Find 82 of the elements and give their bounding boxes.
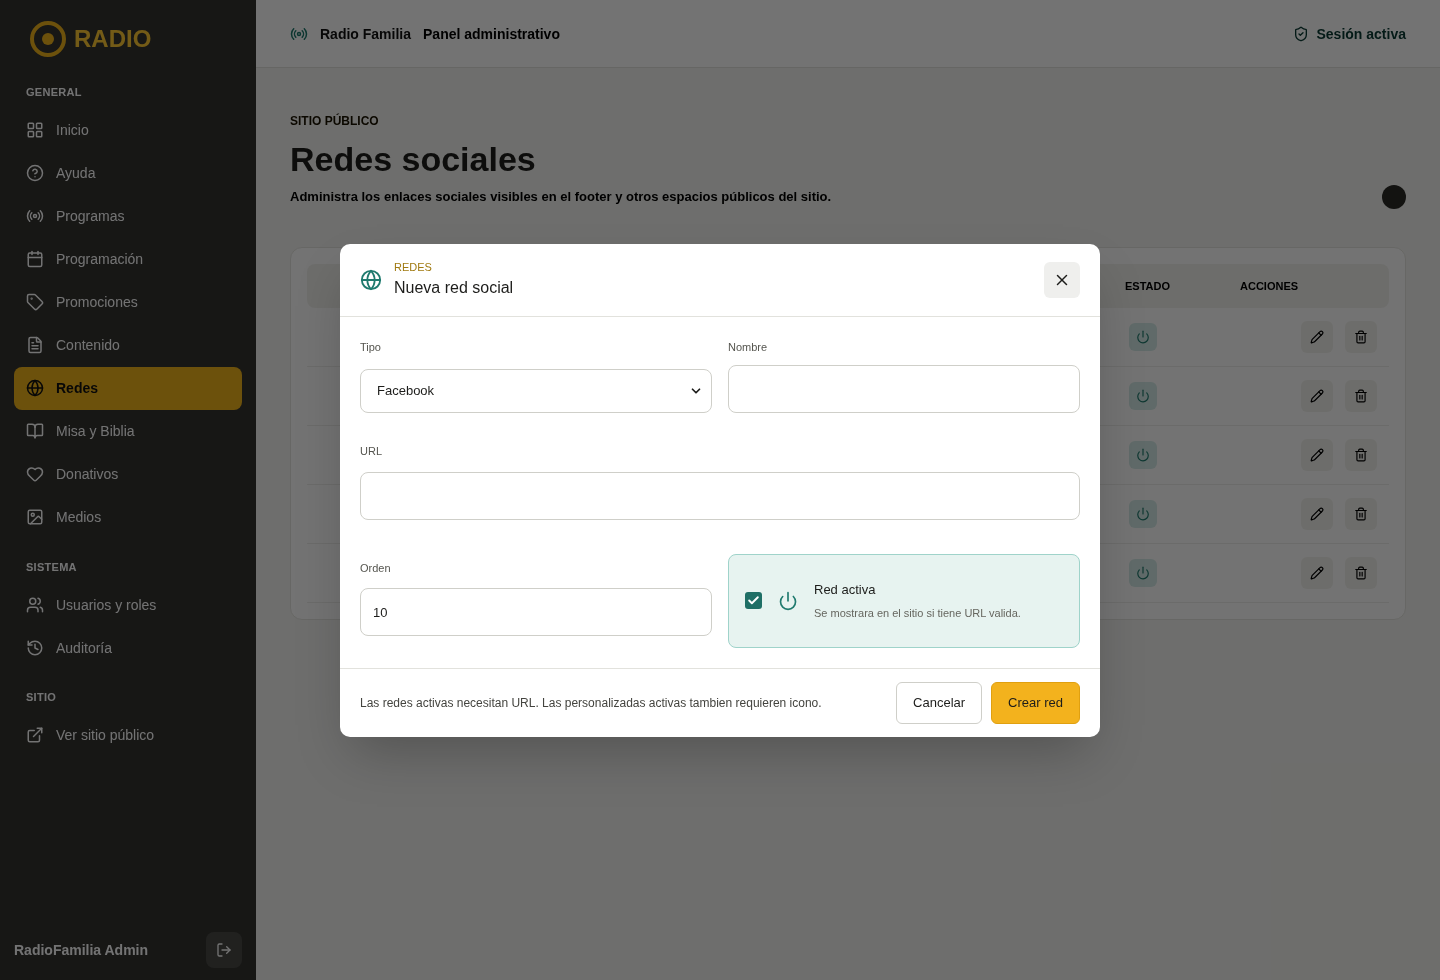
- checkbox[interactable]: [745, 592, 762, 609]
- sidebar-item[interactable]: Donativos: [14, 452, 242, 496]
- nav-icon: [26, 638, 44, 657]
- user-name: RadioFamilia Admin: [14, 941, 149, 960]
- nav-icon: [26, 508, 44, 526]
- field-label: Nombre: [728, 339, 769, 355]
- trash-icon: [1354, 389, 1368, 403]
- sidebar-item[interactable]: Ayuda: [14, 151, 242, 195]
- close-button[interactable]: [1044, 261, 1080, 298]
- pencil-icon: [1310, 389, 1324, 403]
- nav-icon: [26, 250, 44, 268]
- order-field[interactable]: 10: [360, 588, 712, 636]
- pencil-icon: [1310, 330, 1324, 344]
- nav-icon: [26, 293, 44, 311]
- sidebar-item[interactable]: Programas: [14, 194, 242, 238]
- name-field[interactable]: [728, 365, 1080, 413]
- cancel-button[interactable]: Cancelar: [896, 681, 983, 724]
- toggle-title: Red activa: [814, 580, 877, 599]
- trash-icon: [1354, 507, 1368, 521]
- edit-button[interactable]: [1301, 439, 1333, 471]
- sidebar-item[interactable]: Usuarios y roles: [14, 583, 242, 626]
- globe-icon: [360, 268, 382, 291]
- delete-button[interactable]: [1345, 498, 1377, 530]
- url-field[interactable]: [360, 471, 1080, 520]
- logout-button[interactable]: [206, 932, 242, 968]
- sidebar-item[interactable]: Medios: [14, 495, 242, 539]
- trash-icon: [1354, 448, 1368, 462]
- nav-icon: [26, 595, 44, 614]
- section-title: GENERAL: [25, 85, 83, 100]
- trash-icon: [1354, 566, 1368, 580]
- sidebar-item[interactable]: Promociones: [14, 280, 242, 324]
- logo-text: RADIO: [74, 24, 152, 54]
- page-title: Redes sociales: [290, 139, 537, 180]
- field-label: Tipo: [360, 339, 382, 355]
- dialog-eyebrow: REDES: [394, 260, 433, 276]
- page-description: Administra los enlaces sociales visibles en el footer y otros espacios públicos del sitio.: [290, 188, 832, 207]
- edit-button[interactable]: [1301, 557, 1333, 589]
- field-label: Orden: [360, 560, 392, 576]
- section-title: SITIO: [25, 690, 58, 705]
- pencil-icon: [1310, 507, 1324, 521]
- nav-icon: [26, 164, 44, 182]
- field-label: URL: [360, 444, 383, 459]
- edit-button[interactable]: [1301, 321, 1333, 353]
- nav-icon: [26, 207, 44, 225]
- nav-icon: [26, 726, 44, 744]
- sidebar-item[interactable]: Programación: [14, 237, 242, 281]
- logout-icon: [216, 942, 232, 958]
- sidebar-item[interactable]: Auditoría: [14, 626, 242, 669]
- toggle-description: Se mostrara en el sitio si tiene URL valida.: [814, 606, 1021, 621]
- sidebar-item[interactable]: Inicio: [14, 108, 242, 152]
- session-status: Sesión activa: [1316, 24, 1406, 44]
- nav-icon: [26, 379, 44, 397]
- dialog-title: Nueva red social: [394, 277, 514, 298]
- page-eyebrow: SITIO PÚBLICO: [290, 112, 380, 130]
- delete-button[interactable]: [1345, 557, 1377, 589]
- nav-icon: [26, 422, 44, 440]
- sidebar-item[interactable]: Ver sitio público: [14, 713, 242, 757]
- sidebar-item[interactable]: Contenido: [14, 323, 242, 367]
- delete-button[interactable]: [1345, 321, 1377, 353]
- edit-button[interactable]: [1301, 498, 1333, 530]
- create-button[interactable]: Crear red: [991, 681, 1080, 724]
- sidebar-item[interactable]: Redes: [14, 366, 242, 410]
- nav-icon: [26, 465, 44, 483]
- pencil-icon: [1310, 566, 1324, 580]
- footer-note: Las redes activas necesitan URL. Las personalizadas activas tambien requieren icono.: [360, 694, 822, 712]
- nav-icon: [26, 336, 44, 354]
- delete-button[interactable]: [1345, 380, 1377, 412]
- type-select[interactable]: Facebook: [360, 369, 712, 413]
- edit-button[interactable]: [1301, 380, 1333, 412]
- shield-icon: [1292, 25, 1309, 42]
- delete-button[interactable]: [1345, 439, 1377, 471]
- nav-icon: [26, 121, 44, 139]
- check-icon: [747, 594, 760, 607]
- column-header: ACCIONES: [1240, 278, 1300, 294]
- trash-icon: [1354, 330, 1368, 344]
- section-title: SISTEMA: [25, 559, 78, 575]
- sidebar-item[interactable]: Misa y Biblia: [14, 409, 242, 453]
- pencil-icon: [1310, 448, 1324, 462]
- power-icon: [778, 590, 798, 611]
- column-header: ESTADO: [1125, 278, 1172, 294]
- breadcrumb-item[interactable]: Radio Familia: [320, 23, 412, 44]
- breadcrumb-item: Panel administrativo: [423, 24, 560, 44]
